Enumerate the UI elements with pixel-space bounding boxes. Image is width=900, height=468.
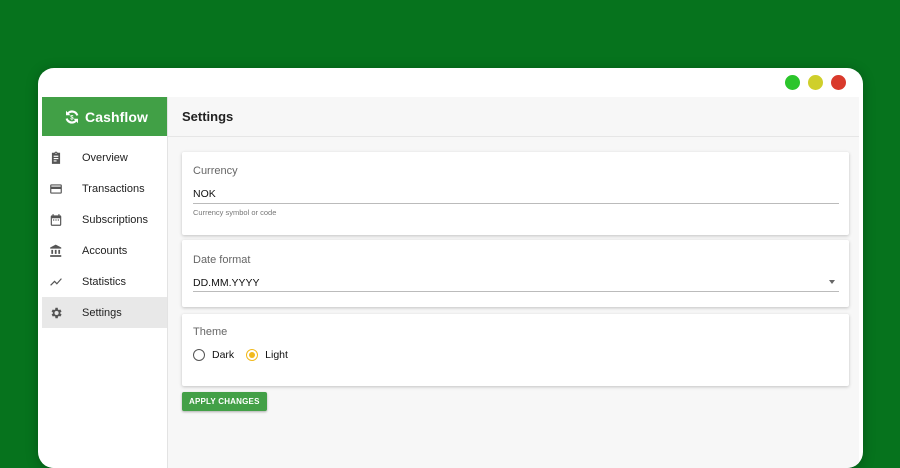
sidebar-item-accounts[interactable]: Accounts <box>42 235 167 266</box>
date-format-label: Date format <box>193 254 251 266</box>
brand-name: Cashflow <box>85 108 149 125</box>
theme-radio-light[interactable]: Light <box>246 349 288 361</box>
date-format-select[interactable]: DD.MM.YYYY <box>193 277 260 289</box>
theme-label: Theme <box>193 326 228 338</box>
sidebar-item-label: Transactions <box>82 182 145 195</box>
trending-line-icon <box>48 274 64 290</box>
radio-unchecked-icon[interactable] <box>193 349 205 361</box>
calendar-icon <box>48 212 64 228</box>
date-format-underline <box>193 291 839 292</box>
currency-label: Currency <box>193 165 238 177</box>
theme-card: Theme Dark Light <box>182 314 849 386</box>
sidebar-item-label: Accounts <box>82 244 128 257</box>
radio-checked-icon[interactable] <box>246 349 259 361</box>
theme-option-label: Dark <box>212 349 235 361</box>
credit-card-icon <box>48 181 64 197</box>
theme-radio-dark[interactable]: Dark <box>193 349 234 361</box>
sidebar-item-statistics[interactable]: Statistics <box>42 266 167 297</box>
chevron-down-icon[interactable] <box>829 280 835 284</box>
theme-option-label: Light <box>265 349 288 361</box>
sidebar: $ Cashflow Overview Transactions Subscri… <box>42 97 168 468</box>
sidebar-item-label: Settings <box>82 306 122 319</box>
currency-input[interactable]: NOK <box>193 188 216 200</box>
currency-help-text: Currency symbol or code <box>193 208 277 217</box>
gear-icon <box>48 305 64 321</box>
cashflow-logo-icon: $ <box>65 109 79 124</box>
page-title: Settings <box>168 97 859 137</box>
sidebar-item-overview[interactable]: Overview <box>42 142 167 173</box>
minimize-window-button[interactable] <box>808 75 823 90</box>
sidebar-item-label: Subscriptions <box>82 213 149 226</box>
close-window-button[interactable] <box>831 75 846 90</box>
svg-text:$: $ <box>70 115 74 121</box>
sidebar-item-subscriptions[interactable]: Subscriptions <box>42 204 167 235</box>
window-controls <box>785 75 846 90</box>
currency-input-underline <box>193 203 839 204</box>
sidebar-item-label: Statistics <box>82 275 127 288</box>
clipboard-icon <box>48 150 64 166</box>
main-content: Settings Currency NOK Currency symbol or… <box>168 97 859 468</box>
sidebar-nav: Overview Transactions Subscriptions Acco… <box>42 136 167 328</box>
sidebar-item-transactions[interactable]: Transactions <box>42 173 167 204</box>
sidebar-item-label: Overview <box>82 151 128 164</box>
apply-changes-button[interactable]: APPLY CHANGES <box>182 392 267 411</box>
currency-card: Currency NOK Currency symbol or code <box>182 152 849 235</box>
app-window: $ Cashflow Overview Transactions Subscri… <box>38 68 863 468</box>
brand-header[interactable]: $ Cashflow <box>42 97 167 136</box>
theme-radio-group: Dark Light <box>193 349 292 361</box>
maximize-window-button[interactable] <box>785 75 800 90</box>
sidebar-item-settings[interactable]: Settings <box>42 297 167 328</box>
date-format-card: Date format DD.MM.YYYY <box>182 240 849 307</box>
bank-icon <box>48 243 64 259</box>
